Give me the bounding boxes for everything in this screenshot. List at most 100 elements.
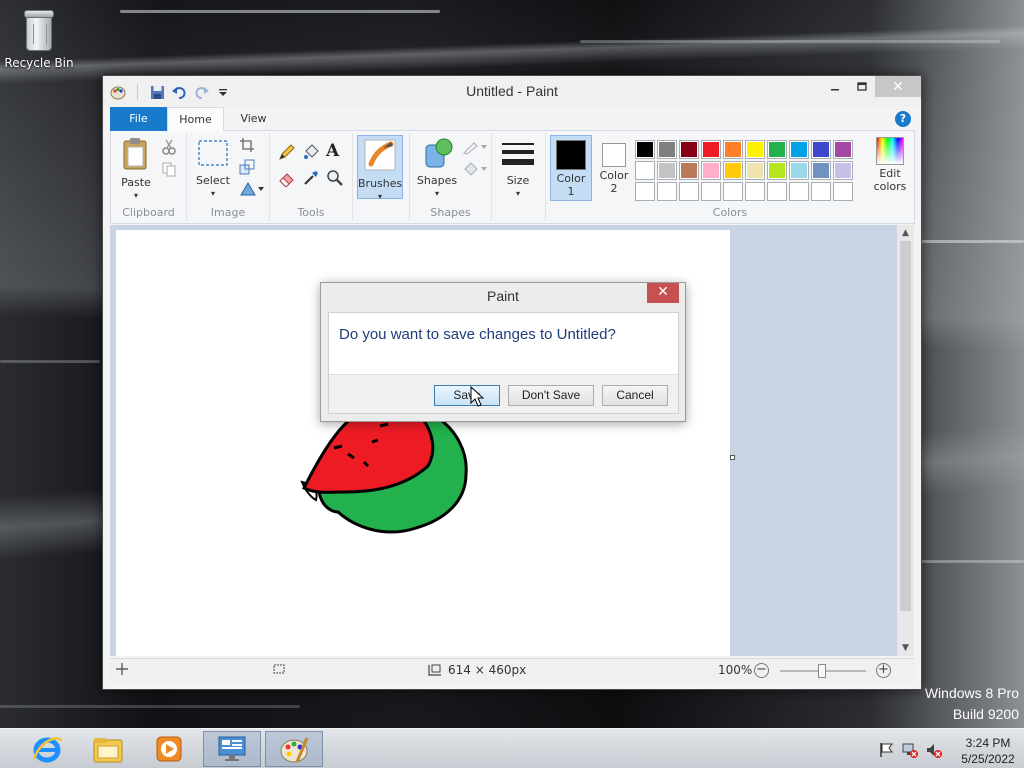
shapes-button[interactable]: Shapes ▾ [416, 137, 458, 200]
palette-swatch[interactable] [833, 182, 853, 201]
fill-bucket-icon[interactable] [302, 143, 320, 161]
fill-icon[interactable] [462, 161, 488, 179]
canvas-size-indicator: 614 × 460px [428, 663, 526, 677]
network-icon[interactable] [902, 742, 920, 760]
windows-watermark: Windows 8 Pro Build 9200 [925, 683, 1019, 725]
selection-size-icon [272, 663, 286, 675]
size-label: Size [506, 174, 530, 187]
palette-swatch[interactable] [635, 182, 655, 201]
palette-swatch[interactable] [657, 182, 677, 201]
brand-build: Build 9200 [952, 706, 1019, 722]
close-button[interactable]: ✕ [875, 76, 921, 97]
help-icon[interactable]: ? [895, 111, 911, 127]
shapes-dropdown-icon[interactable]: ▾ [416, 187, 458, 200]
palette-swatch[interactable] [657, 140, 677, 159]
mouse-cursor-icon [470, 386, 484, 407]
palette-swatch[interactable] [701, 182, 721, 201]
internet-explorer-taskbar-button[interactable] [18, 731, 76, 767]
palette-swatch[interactable] [745, 182, 765, 201]
brushes-button[interactable]: Brushes ▾ [357, 135, 403, 201]
caption-buttons: ✕ [821, 76, 921, 97]
palette-swatch[interactable] [679, 161, 699, 180]
dialog-footer: Save Don't Save Cancel [329, 374, 678, 413]
text-tool-icon[interactable]: A [326, 141, 344, 161]
palette-swatch[interactable] [789, 182, 809, 201]
volume-muted-icon[interactable] [926, 742, 944, 760]
resize-icon[interactable] [239, 159, 257, 177]
close-icon: ✕ [657, 284, 669, 300]
scroll-up-icon[interactable]: ▲ [897, 225, 914, 241]
palette-swatch[interactable] [745, 161, 765, 180]
clock[interactable]: 3:24 PM 5/25/2022 [958, 735, 1018, 767]
palette-swatch[interactable] [635, 161, 655, 180]
media-player-icon [156, 736, 182, 762]
canvas-resize-handle[interactable] [730, 455, 735, 460]
edit-colors-label-2: colors [873, 180, 907, 193]
dialog-close-button[interactable]: ✕ [647, 283, 679, 303]
size-button[interactable]: Size ▾ [498, 137, 538, 200]
edit-colors-button[interactable]: Edit colors [870, 135, 910, 193]
remote-desktop-taskbar-button[interactable] [203, 731, 261, 767]
tools-group: A Tools [270, 133, 353, 221]
save-changes-dialog: Paint ✕ Do you want to save changes to U… [320, 282, 686, 422]
maximize-button[interactable] [848, 76, 875, 97]
palette-swatch[interactable] [811, 140, 831, 159]
select-button[interactable]: Select ▾ [193, 137, 233, 200]
palette-swatch[interactable] [723, 140, 743, 159]
palette-swatch[interactable] [789, 161, 809, 180]
palette-swatch[interactable] [679, 182, 699, 201]
palette-swatch[interactable] [723, 161, 743, 180]
pencil-icon[interactable] [278, 143, 296, 161]
palette-swatch[interactable] [723, 182, 743, 201]
palette-swatch[interactable] [679, 140, 699, 159]
paste-button[interactable]: Paste ▾ [117, 137, 155, 202]
tab-view[interactable]: View [226, 107, 281, 131]
paint-taskbar-button[interactable] [265, 731, 323, 767]
dont-save-button[interactable]: Don't Save [508, 385, 594, 406]
paste-dropdown-icon[interactable]: ▾ [117, 189, 155, 202]
scroll-thumb[interactable] [900, 241, 911, 611]
palette-swatch[interactable] [767, 161, 787, 180]
recycle-bin-shortcut[interactable]: Recycle Bin [4, 6, 74, 70]
palette-swatch[interactable] [833, 140, 853, 159]
palette-swatch[interactable] [789, 140, 809, 159]
palette-swatch[interactable] [745, 140, 765, 159]
zoom-level: 100% [718, 663, 753, 677]
palette-swatch[interactable] [701, 140, 721, 159]
file-explorer-taskbar-button[interactable] [79, 731, 137, 767]
image-group-label: Image [210, 206, 246, 219]
palette-swatch[interactable] [635, 140, 655, 159]
select-dropdown-icon[interactable]: ▾ [193, 187, 233, 200]
save-button[interactable]: Save [434, 385, 500, 406]
tab-home[interactable]: Home [167, 107, 224, 132]
color-picker-icon[interactable] [302, 169, 320, 187]
crop-icon[interactable] [239, 137, 257, 155]
copy-icon[interactable] [161, 161, 179, 179]
eraser-icon[interactable] [278, 169, 296, 188]
palette-swatch[interactable] [701, 161, 721, 180]
brushes-label: Brushes [358, 177, 403, 190]
palette-swatch[interactable] [767, 140, 787, 159]
outline-icon[interactable] [462, 139, 488, 157]
zoom-in-icon[interactable]: + [876, 663, 891, 678]
color2-number: 2 [610, 182, 618, 195]
magnifier-icon[interactable] [326, 169, 344, 187]
scroll-down-icon[interactable]: ▼ [897, 640, 914, 656]
cancel-button[interactable]: Cancel [602, 385, 668, 406]
palette-swatch[interactable] [767, 182, 787, 201]
zoom-slider-thumb[interactable] [818, 664, 826, 678]
action-center-flag-icon[interactable] [878, 742, 896, 760]
palette-swatch[interactable] [811, 161, 831, 180]
zoom-out-icon[interactable]: − [754, 663, 769, 678]
color2-button[interactable]: Color 2 [594, 135, 634, 201]
rotate-icon[interactable] [239, 181, 265, 199]
media-player-taskbar-button[interactable] [140, 731, 198, 767]
vertical-scrollbar[interactable]: ▲ ▼ [897, 225, 914, 656]
color1-button[interactable]: Color 1 [550, 135, 592, 201]
cut-icon[interactable] [161, 139, 179, 157]
palette-swatch[interactable] [657, 161, 677, 180]
minimize-button[interactable] [821, 76, 848, 97]
tab-file[interactable]: File [110, 107, 167, 131]
palette-swatch[interactable] [833, 161, 853, 180]
palette-swatch[interactable] [811, 182, 831, 201]
